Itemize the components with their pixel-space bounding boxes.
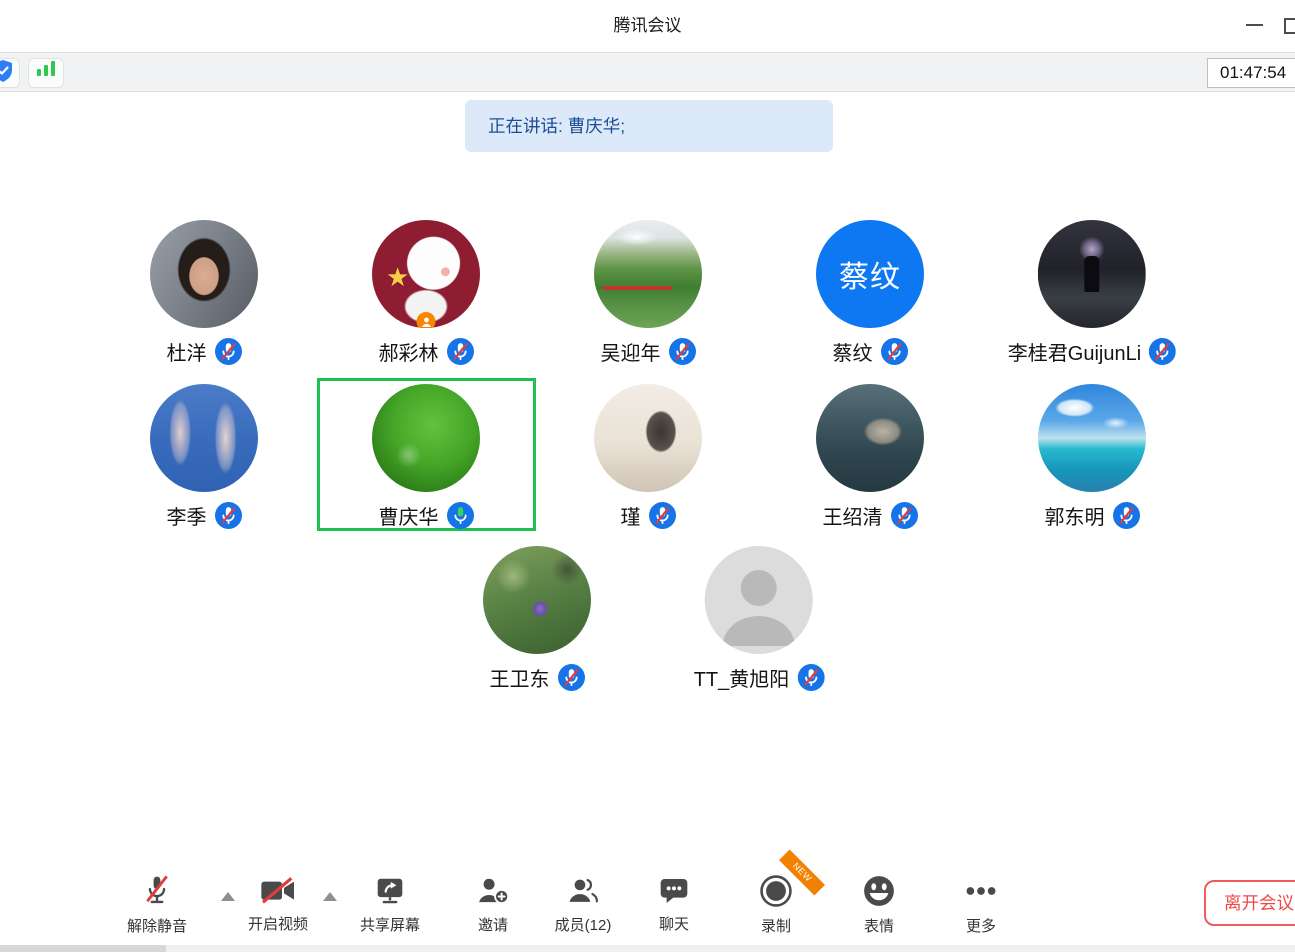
avatar xyxy=(1038,220,1146,328)
camera-off-icon xyxy=(258,872,298,910)
participant-name: 杜洋 xyxy=(167,337,207,366)
members-label: 成员(12) xyxy=(535,914,631,935)
share-screen-label: 共享屏幕 xyxy=(342,914,438,935)
unmute-button[interactable]: 解除静音 xyxy=(109,872,205,936)
participant-name: 曹庆华 xyxy=(379,501,439,530)
participant-name: 郝彩林 xyxy=(379,337,439,366)
participant-name: 王绍清 xyxy=(823,501,883,530)
participant-name: 郭东明 xyxy=(1045,501,1105,530)
participant-name: TT_黄旭阳 xyxy=(694,663,790,692)
maximize-button[interactable] xyxy=(1284,18,1295,34)
mic-off-icon xyxy=(137,872,177,910)
avatar: ★ xyxy=(372,220,480,328)
video-options-chevron-up-icon[interactable] xyxy=(323,892,337,901)
participant-tile[interactable]: 蔡纹 蔡纹 xyxy=(816,220,924,365)
mic-muted-icon xyxy=(1113,502,1140,529)
participant-tile[interactable]: 李季 xyxy=(150,384,258,529)
more-icon xyxy=(961,872,1001,910)
status-bar: 01:47:54 xyxy=(0,52,1295,92)
members-icon xyxy=(563,872,603,910)
start-video-label: 开启视频 xyxy=(230,913,326,934)
network-signal-icon xyxy=(36,61,57,81)
participant-tile[interactable]: 王绍清 xyxy=(816,384,924,529)
mic-muted-icon xyxy=(447,338,474,365)
emoji-label: 表情 xyxy=(831,915,927,936)
unmute-label: 解除静音 xyxy=(109,915,205,936)
minimize-button[interactable] xyxy=(1246,24,1263,26)
host-badge-icon xyxy=(417,312,436,328)
share-screen-icon xyxy=(370,872,410,910)
participant-name: 李桂君GuijunLi xyxy=(1008,337,1141,366)
avatar xyxy=(594,220,702,328)
person-silhouette-icon xyxy=(705,546,813,654)
participant-tile[interactable]: 李桂君GuijunLi xyxy=(1008,220,1176,365)
mic-muted-icon xyxy=(215,338,242,365)
avatar-initials: 蔡纹 xyxy=(839,252,901,296)
mic-muted-icon xyxy=(649,502,676,529)
participant-tile[interactable]: TT_黄旭阳 xyxy=(694,546,825,691)
emoji-button[interactable]: 表情 xyxy=(831,872,927,936)
chat-button[interactable]: 聊天 xyxy=(626,872,722,934)
participant-tile[interactable]: 王卫东 xyxy=(483,546,591,691)
mic-active-icon xyxy=(447,502,474,529)
participant-tile[interactable]: 吴迎年 xyxy=(594,220,702,365)
avatar xyxy=(483,546,591,654)
shield-icon xyxy=(0,60,13,87)
mic-muted-icon xyxy=(215,502,242,529)
bottom-toolbar: 解除静音 开启视频 共享屏幕 邀请 成员(12) xyxy=(0,862,1295,945)
leave-meeting-button[interactable]: 离开会议 xyxy=(1204,880,1295,926)
avatar xyxy=(372,384,480,492)
participant-name: 蔡纹 xyxy=(833,337,873,366)
meeting-timer: 01:47:54 xyxy=(1207,58,1295,88)
mic-muted-icon xyxy=(891,502,918,529)
share-screen-button[interactable]: 共享屏幕 xyxy=(342,872,438,935)
mic-muted-icon xyxy=(881,338,908,365)
invite-label: 邀请 xyxy=(445,914,541,935)
network-quality-button[interactable] xyxy=(28,58,64,88)
avatar xyxy=(1038,384,1146,492)
mic-muted-icon xyxy=(797,664,824,691)
record-button[interactable]: NEW 录制 xyxy=(728,872,824,936)
participant-tile-active-speaker[interactable]: 曹庆华 xyxy=(372,384,480,529)
star-decoration: ★ xyxy=(386,264,409,290)
mic-muted-icon xyxy=(669,338,696,365)
speaking-banner: 正在讲话: 曹庆华; xyxy=(465,100,833,152)
window-bottom-edge xyxy=(0,945,1295,952)
participant-tile[interactable]: 瑾 xyxy=(594,384,702,529)
avatar: 蔡纹 xyxy=(816,220,924,328)
invite-icon xyxy=(473,872,513,910)
participant-name: 李季 xyxy=(167,501,207,530)
participant-tile[interactable]: 杜洋 xyxy=(150,220,258,365)
chat-icon xyxy=(654,872,694,910)
mic-muted-icon xyxy=(1149,338,1176,365)
more-label: 更多 xyxy=(933,915,1029,936)
members-button[interactable]: 成员(12) xyxy=(535,872,631,935)
avatar xyxy=(594,384,702,492)
title-bar: 腾讯会议 xyxy=(0,0,1295,52)
tencent-meeting-window: 腾讯会议 01:47:54 正在讲话: 曹庆华; 杜洋 xyxy=(0,0,1295,952)
invite-button[interactable]: 邀请 xyxy=(445,872,541,935)
chat-label: 聊天 xyxy=(626,913,722,934)
participant-tile[interactable]: ★ 郝彩林 xyxy=(372,220,480,365)
start-video-button[interactable]: 开启视频 xyxy=(230,872,326,934)
avatar xyxy=(150,384,258,492)
participant-name: 瑾 xyxy=(621,501,641,530)
security-shield-button[interactable] xyxy=(0,58,20,88)
record-icon: NEW xyxy=(756,872,796,910)
mic-muted-icon xyxy=(558,664,585,691)
window-title: 腾讯会议 xyxy=(0,0,1295,52)
participant-name: 吴迎年 xyxy=(601,337,661,366)
participant-tile[interactable]: 郭东明 xyxy=(1038,384,1146,529)
more-button[interactable]: 更多 xyxy=(933,872,1029,936)
avatar xyxy=(816,384,924,492)
avatar xyxy=(150,220,258,328)
avatar-default xyxy=(705,546,813,654)
participant-name: 王卫东 xyxy=(490,663,550,692)
record-label: 录制 xyxy=(728,915,824,936)
emoji-icon xyxy=(859,872,899,910)
